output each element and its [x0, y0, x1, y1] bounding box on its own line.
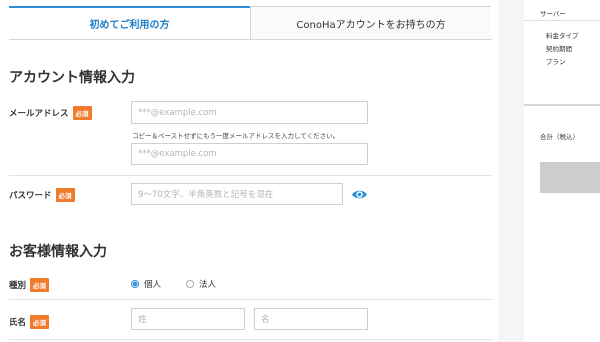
email-input[interactable]: ***@example.com [131, 101, 368, 124]
email-confirm-input[interactable]: ***@example.com [131, 143, 368, 165]
eye-icon[interactable] [351, 186, 368, 203]
email-label-text: メールアドレス [9, 109, 69, 119]
required-badge: 必須 [30, 278, 50, 292]
signup-tabs: 初めてご利用の方 ConoHaアカウントをお持ちの方 [9, 6, 492, 40]
email-hint: コピー＆ペーストせずにもう一度メールアドレスを入力してください。 [132, 132, 340, 140]
first-name-input[interactable]: 名 [254, 308, 368, 330]
summary-total: 合計（税込） [540, 133, 579, 141]
summary-rate-type: 料金タイプ [546, 32, 579, 40]
password-label-text: パスワード [9, 191, 52, 201]
radio-corporate-label: 法人 [199, 280, 217, 290]
divider [9, 175, 492, 176]
submit-button[interactable] [540, 162, 600, 193]
last-name-input[interactable]: 姓 [131, 308, 245, 330]
signup-form: 初めてご利用の方 ConoHaアカウントをお持ちの方 アカウント情報入力 メール… [0, 0, 498, 342]
name-label: 氏名 必須 [9, 315, 50, 329]
summary-contract-period: 契約期間 [546, 45, 572, 53]
radio-dot-selected[interactable] [131, 280, 139, 288]
divider [9, 339, 492, 340]
password-label: パスワード 必須 [9, 188, 75, 202]
required-badge: 必須 [72, 106, 92, 120]
summary-server: サーバー [540, 10, 566, 18]
type-label-text: 種別 [9, 281, 27, 291]
tab-first-time[interactable]: 初めてご利用の方 [9, 6, 250, 39]
radio-individual[interactable]: 個人 [131, 278, 161, 290]
required-badge: 必須 [30, 315, 50, 329]
tab-conoha-account[interactable]: ConoHaアカウントをお持ちの方 [250, 6, 491, 39]
type-label: 種別 必須 [9, 278, 50, 292]
password-input[interactable]: 9〜70文字、半角英数と記号を混在 [131, 183, 343, 205]
summary-plan: プラン [546, 58, 566, 66]
summary-divider [524, 104, 600, 106]
required-badge: 必須 [55, 188, 75, 202]
account-section-title: アカウント情報入力 [9, 70, 135, 86]
email-label: メールアドレス 必須 [9, 106, 92, 120]
divider [9, 299, 492, 300]
radio-individual-label: 個人 [144, 280, 162, 290]
radio-dot[interactable] [186, 280, 194, 288]
summary-divider [524, 20, 600, 21]
customer-section-title: お客様情報入力 [9, 244, 107, 260]
radio-corporate[interactable]: 法人 [186, 278, 216, 290]
name-label-text: 氏名 [9, 318, 27, 328]
